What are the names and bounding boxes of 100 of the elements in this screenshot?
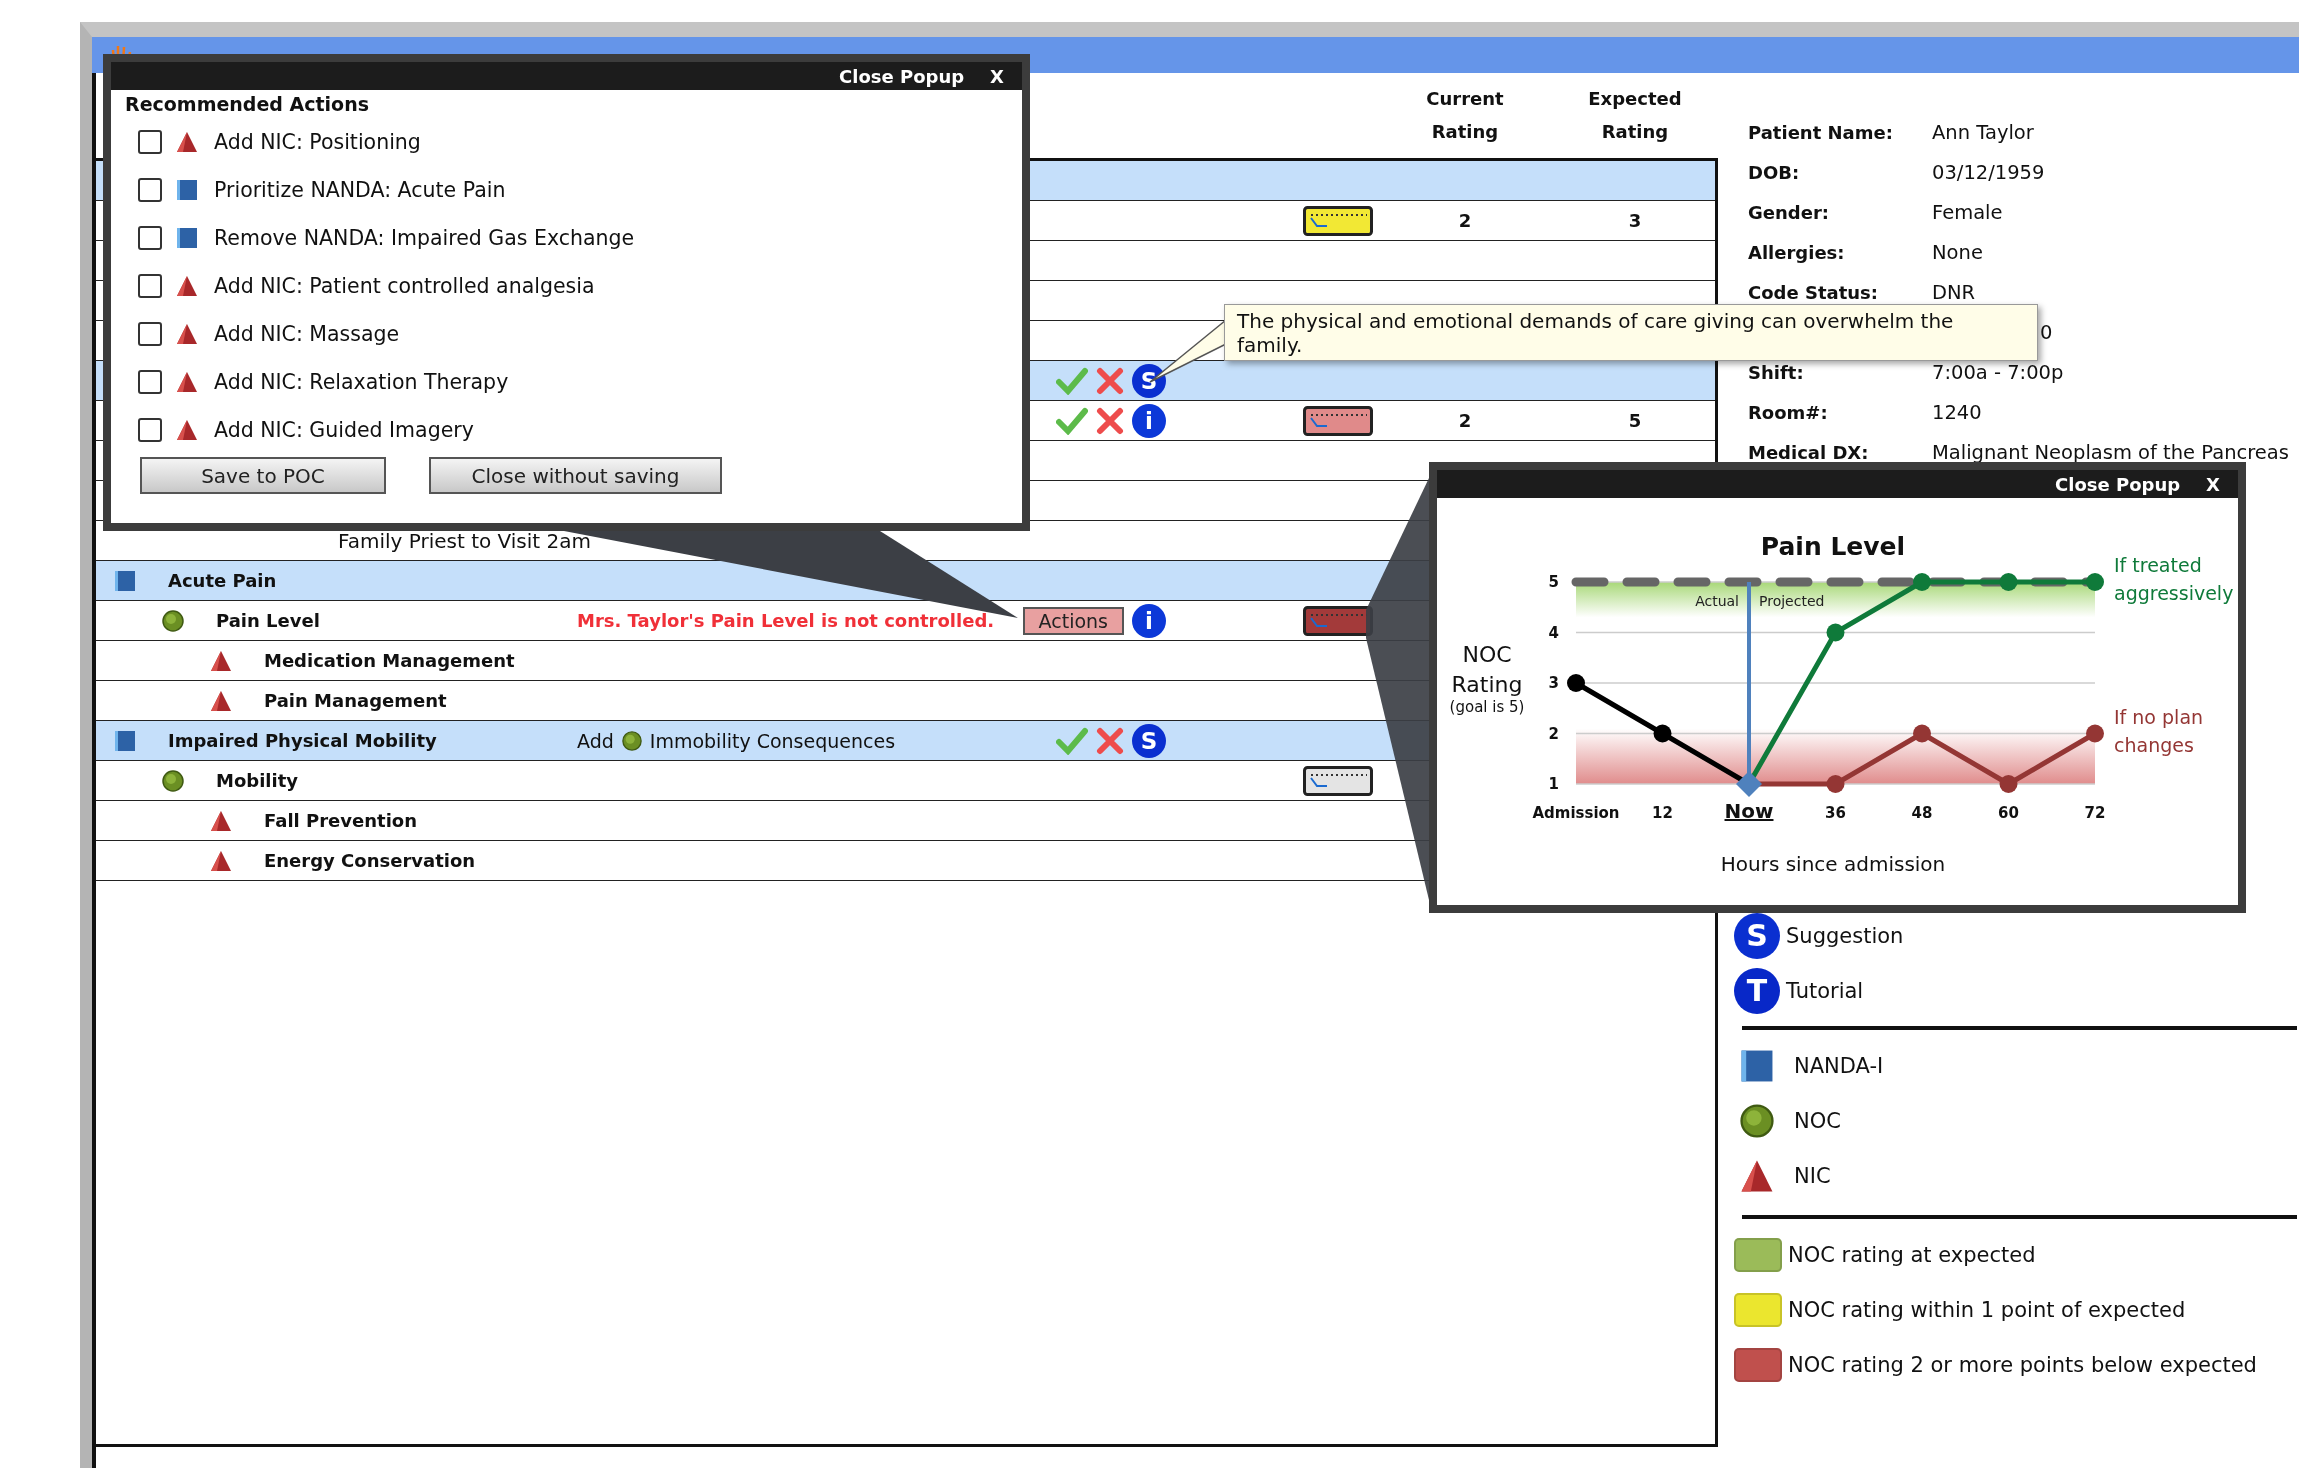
legend-label: NOC rating within 1 point of expected: [1788, 1297, 2186, 1322]
axis-tick-label: Admission: [1532, 804, 1620, 822]
checkbox[interactable]: [138, 130, 162, 154]
triangle-icon: [176, 275, 198, 297]
suggestion-icon: S: [1734, 912, 1780, 959]
square-icon: [176, 227, 198, 249]
legend-label: NANDA-I: [1794, 1053, 1884, 1078]
axis-tick-label: 2: [1548, 724, 1559, 743]
axis-tick-label: 36: [1825, 804, 1846, 822]
legend-label: Suggestion: [1786, 923, 1904, 948]
close-button[interactable]: Close without saving: [429, 457, 722, 494]
triangle-icon: [210, 649, 232, 672]
info-icon[interactable]: i: [1132, 603, 1166, 638]
square-icon: [176, 179, 198, 201]
close-button[interactable]: X: [990, 65, 1004, 87]
field-label: Shift:: [1748, 361, 1805, 383]
save-button[interactable]: Save to POC: [140, 457, 386, 494]
axis-tick-label: 72: [2084, 804, 2106, 822]
diagnosis-label: Impaired Physical Mobility: [168, 730, 437, 751]
intervention-label: Fall Prevention: [264, 810, 417, 831]
data-point: [1653, 724, 1672, 743]
close-popup-link[interactable]: Close Popup: [2055, 473, 2181, 495]
suggestion-icon[interactable]: S: [1132, 363, 1166, 398]
circle-icon: [1740, 1103, 1774, 1138]
field-value: 7:00a - 7:00p: [1932, 360, 2065, 384]
field-label: Room#:: [1748, 401, 1829, 423]
suggestion-icon[interactable]: S: [1132, 723, 1166, 758]
checkbox[interactable]: [138, 370, 162, 394]
field-value: Female: [1932, 200, 2004, 224]
checkbox[interactable]: [138, 322, 162, 346]
series-label: If no plan changes: [2114, 705, 2204, 756]
circle-icon: [162, 609, 184, 632]
close-popup-link[interactable]: Close Popup: [839, 65, 965, 87]
region-label: Projected: [1759, 593, 1825, 609]
chart-title: Pain Level: [1760, 532, 1906, 561]
rating-value: 2: [1458, 410, 1472, 431]
message-text: Immobility Consequences: [649, 729, 896, 752]
rating-chart-icon[interactable]: [1302, 205, 1373, 236]
data-point: [2086, 573, 2104, 591]
data-point: [1999, 573, 2018, 591]
outcome-label: Pain Level: [216, 610, 320, 631]
field-label: Patient Name:: [1748, 121, 1894, 143]
data-point: [1999, 775, 2018, 793]
action-label: Add NIC: Positioning: [214, 130, 421, 154]
data-point: [1736, 771, 1762, 797]
legend-label: Tutorial: [1786, 978, 1864, 1003]
square-icon: [114, 569, 136, 592]
square-icon: [1740, 1048, 1774, 1083]
cross-icon[interactable]: [1096, 366, 1124, 395]
actions-button[interactable]: Actions: [1022, 606, 1124, 635]
axis-tick-label: 5: [1548, 573, 1559, 591]
legend-label: NIC: [1794, 1163, 1831, 1188]
axis-tick-label: 1: [1548, 775, 1559, 793]
rating-chart-icon[interactable]: [1302, 765, 1373, 796]
field-value: 03/12/1959: [1932, 160, 2046, 184]
checkbox[interactable]: [138, 418, 162, 442]
field-value: Ann Taylor: [1932, 120, 2035, 144]
data-point: [1826, 623, 1845, 642]
column-header: Current Rating: [1425, 87, 1505, 144]
triangle-icon: [210, 849, 232, 872]
triangle-icon: [176, 323, 198, 345]
rating-chart-icon[interactable]: [1302, 405, 1373, 436]
checkbox[interactable]: [138, 178, 162, 202]
close-button[interactable]: X: [2206, 473, 2220, 495]
data-point: [1913, 724, 1931, 743]
cross-icon[interactable]: [1096, 726, 1124, 755]
check-icon[interactable]: [1056, 726, 1088, 755]
note-text: Family Priest to Visit 2am: [338, 528, 591, 553]
rating-value: 2: [1458, 210, 1472, 231]
info-icon[interactable]: i: [1132, 403, 1166, 438]
intervention-label: Pain Management: [264, 690, 447, 711]
action-label: Add NIC: Patient controlled analgesia: [214, 274, 595, 298]
field-label: Medical DX:: [1748, 441, 1870, 463]
triangle-icon: [176, 371, 198, 393]
field-value: Malignant Neoplasm of the Pancreas: [1932, 440, 2290, 464]
rating-value: 3: [1628, 210, 1642, 231]
series-label: If treated aggressively: [2114, 554, 2234, 604]
legend-label: NOC rating 2 or more points below expected: [1788, 1352, 2257, 1377]
triangle-icon: [176, 131, 198, 153]
check-icon[interactable]: [1056, 366, 1088, 395]
axis-tick-label: 12: [1652, 804, 1673, 822]
action-label: Add NIC: Relaxation Therapy: [214, 370, 509, 394]
checkbox[interactable]: [138, 226, 162, 250]
axis-title: Hours since admission: [1720, 852, 1946, 876]
intervention-label: Energy Conservation: [264, 850, 476, 871]
rating-value: 5: [1628, 410, 1642, 431]
column-header: Expected Rating: [1587, 87, 1683, 144]
check-icon[interactable]: [1056, 406, 1088, 435]
cross-icon[interactable]: [1096, 406, 1124, 435]
data-point: [1826, 775, 1845, 793]
intervention-label: Medication Management: [264, 650, 515, 671]
circle-icon: [162, 769, 184, 792]
tutorial-icon: T: [1734, 967, 1780, 1014]
axis-tick-label: 4: [1548, 623, 1559, 642]
action-label: Prioritize NANDA: Acute Pain: [214, 178, 506, 202]
field-label: Code Status:: [1748, 281, 1879, 303]
region-label: Actual: [1695, 593, 1739, 609]
action-label: Add NIC: Massage: [214, 322, 400, 346]
checkbox[interactable]: [138, 274, 162, 298]
popup-heading: Recommended Actions: [125, 92, 370, 117]
